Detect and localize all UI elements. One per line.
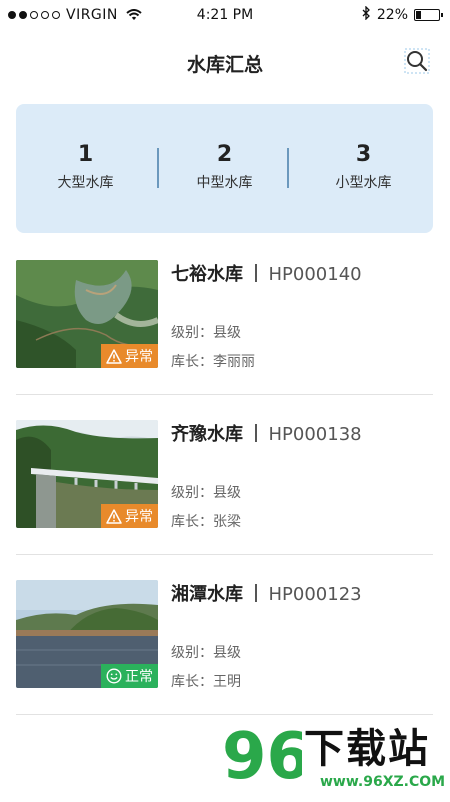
- summary-count: 1: [77, 142, 94, 167]
- reservoir-title: 齐豫水库 HP000138: [171, 420, 362, 446]
- reservoir-name: 七裕水库: [171, 264, 243, 285]
- reservoir-name: 湘潭水库: [171, 584, 243, 605]
- reservoir-name: 齐豫水库: [171, 424, 243, 445]
- summary-label: 小型水库: [335, 175, 392, 191]
- status-tag: 正常: [101, 664, 158, 688]
- reservoir-title: 湘潭水库 HP000123: [171, 580, 362, 606]
- list-divider: [16, 554, 433, 555]
- summary-label: 大型水库: [57, 175, 114, 191]
- battery-icon: [414, 9, 443, 21]
- warning-icon: [106, 348, 122, 364]
- list-divider: [16, 394, 433, 395]
- page-title: 水库汇总: [186, 54, 263, 76]
- reservoir-photo: 异常: [16, 420, 158, 528]
- summary-large[interactable]: 1 大型水库: [16, 142, 155, 192]
- reservoir-code: HP000138: [268, 424, 362, 445]
- summary-medium[interactable]: 2 中型水库: [155, 142, 294, 192]
- watermark-logo: 96: [222, 720, 311, 794]
- watermark-text: 下载站: [304, 726, 430, 772]
- reservoir-manager: 库长：王明: [171, 674, 241, 690]
- reservoir-list-item[interactable]: 异常 七裕水库 HP000140 级别：县级 库长：李丽丽: [16, 260, 433, 420]
- summary-count: 2: [216, 142, 233, 167]
- nav-bar: 水库汇总: [0, 40, 450, 84]
- status-tag: 异常: [101, 344, 158, 368]
- reservoir-code: HP000123: [268, 584, 362, 605]
- summary-count: 3: [355, 142, 372, 167]
- summary-label: 中型水库: [196, 175, 253, 191]
- battery-percent: 22%: [376, 7, 408, 23]
- title-separator: [255, 584, 257, 602]
- status-right: 22%: [362, 5, 443, 24]
- title-separator: [255, 424, 257, 442]
- summary-card: 1 大型水库 2 中型水库 3 小型水库: [16, 104, 433, 233]
- status-text: 异常: [125, 349, 153, 365]
- reservoir-code: HP000140: [268, 264, 362, 285]
- status-bar: VIRGIN 4:21 PM 22%: [0, 0, 450, 30]
- reservoir-photo: 正常: [16, 580, 158, 688]
- reservoir-title: 七裕水库 HP000140: [171, 260, 362, 286]
- reservoir-list-item[interactable]: 异常 齐豫水库 HP000138 级别：县级 库长：张梁: [16, 420, 433, 580]
- watermark: 96 下载站 www.96XZ.COM: [222, 712, 448, 798]
- status-text: 异常: [125, 509, 153, 525]
- reservoir-manager: 库长：张梁: [171, 514, 241, 530]
- summary-small[interactable]: 3 小型水库: [294, 142, 433, 192]
- warning-icon: [106, 508, 122, 524]
- reservoir-level: 级别：县级: [171, 485, 241, 501]
- reservoir-photo: 异常: [16, 260, 158, 368]
- watermark-logo-text: 96: [222, 720, 302, 794]
- search-icon: [404, 48, 430, 74]
- summary-divider: [287, 148, 289, 188]
- reservoir-level: 级别：县级: [171, 645, 241, 661]
- smile-icon: [106, 668, 122, 684]
- search-button[interactable]: [404, 48, 430, 74]
- title-separator: [255, 264, 257, 282]
- reservoir-manager: 库长：李丽丽: [171, 354, 255, 370]
- bluetooth-icon: [362, 5, 371, 24]
- status-text: 正常: [125, 669, 153, 685]
- status-tag: 异常: [101, 504, 158, 528]
- reservoir-level: 级别：县级: [171, 325, 241, 341]
- watermark-url: www.96XZ.COM: [320, 774, 446, 790]
